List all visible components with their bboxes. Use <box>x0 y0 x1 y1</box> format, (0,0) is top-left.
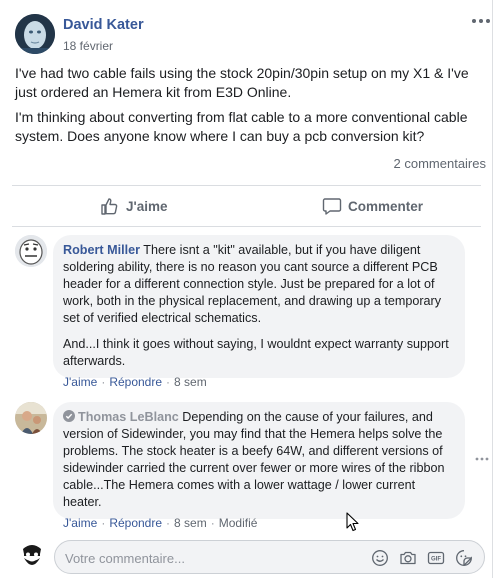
comment-button[interactable]: Commenter <box>322 192 423 220</box>
like-button[interactable]: J'aime <box>100 192 168 220</box>
comment-bubble: Thomas LeBlanc Depending on the cause of… <box>53 402 465 519</box>
comment-time[interactable]: 8 sem <box>174 375 207 389</box>
comment-text: Thomas LeBlanc Depending on the cause of… <box>63 409 453 511</box>
smiley-icon[interactable] <box>371 549 389 567</box>
comments-count-link[interactable]: 2 commentaires <box>394 156 486 171</box>
like-label: J'aime <box>126 198 168 214</box>
comment-like-link[interactable]: J'aime <box>63 516 97 530</box>
commenter-avatar[interactable] <box>15 402 47 434</box>
ellipsis-icon <box>472 19 490 23</box>
divider <box>12 226 481 227</box>
comment-body: Depending on the cause of your failures,… <box>63 410 445 509</box>
separator: · <box>101 516 106 530</box>
camera-icon[interactable] <box>399 549 417 567</box>
pending-check-icon <box>63 410 75 422</box>
sticker-icon[interactable] <box>455 549 473 567</box>
comment-like-link[interactable]: J'aime <box>63 375 97 389</box>
comment-input[interactable] <box>65 548 355 568</box>
more-options-button[interactable] <box>470 10 492 32</box>
commenter-avatar[interactable] <box>15 235 47 267</box>
author-avatar[interactable] <box>15 14 55 54</box>
current-user-avatar[interactable] <box>17 541 47 571</box>
comment-actions: J'aime · Répondre · 8 sem · Modifié <box>63 516 257 530</box>
separator: · <box>101 375 106 389</box>
post-paragraph: I'm thinking about converting from flat … <box>15 109 468 144</box>
svg-text:GIF: GIF <box>431 557 441 563</box>
comment-reply-link[interactable]: Répondre <box>109 516 162 530</box>
speech-bubble-icon <box>322 196 342 216</box>
divider <box>12 185 481 186</box>
mouse-cursor-icon <box>346 512 360 532</box>
comment-composer: GIF <box>54 540 485 574</box>
post-date[interactable]: 18 février <box>63 39 113 53</box>
author-name[interactable]: David Kater <box>63 17 144 33</box>
comment-time[interactable]: 8 sem <box>174 516 207 530</box>
comment-bubble: Robert Miller There isnt a "kit" availab… <box>53 235 465 378</box>
comment-options-button[interactable] <box>474 452 490 466</box>
comment-label: Commenter <box>348 198 424 214</box>
commenter-name[interactable]: Robert Miller <box>63 243 140 257</box>
post-card: David Kater 18 février I've had two cabl… <box>0 0 493 578</box>
post-text: I've had two cable fails using the stock… <box>15 64 485 152</box>
comment-reply-link[interactable]: Répondre <box>109 375 162 389</box>
separator: · <box>210 516 215 530</box>
post-paragraph: I've had two cable fails using the stock… <box>15 65 469 100</box>
thumbs-up-icon <box>100 196 120 216</box>
comment-body: And...I think it goes without saying, I … <box>63 337 449 368</box>
gif-icon[interactable]: GIF <box>427 549 445 567</box>
ellipsis-icon <box>475 457 489 461</box>
separator: · <box>166 375 171 389</box>
edited-label[interactable]: Modifié <box>219 516 258 530</box>
commenter-name[interactable]: Thomas LeBlanc <box>78 410 179 424</box>
comment-text: Robert Miller There isnt a "kit" availab… <box>63 242 453 327</box>
separator: · <box>166 516 171 530</box>
comment-actions: J'aime · Répondre · 8 sem <box>63 375 207 389</box>
